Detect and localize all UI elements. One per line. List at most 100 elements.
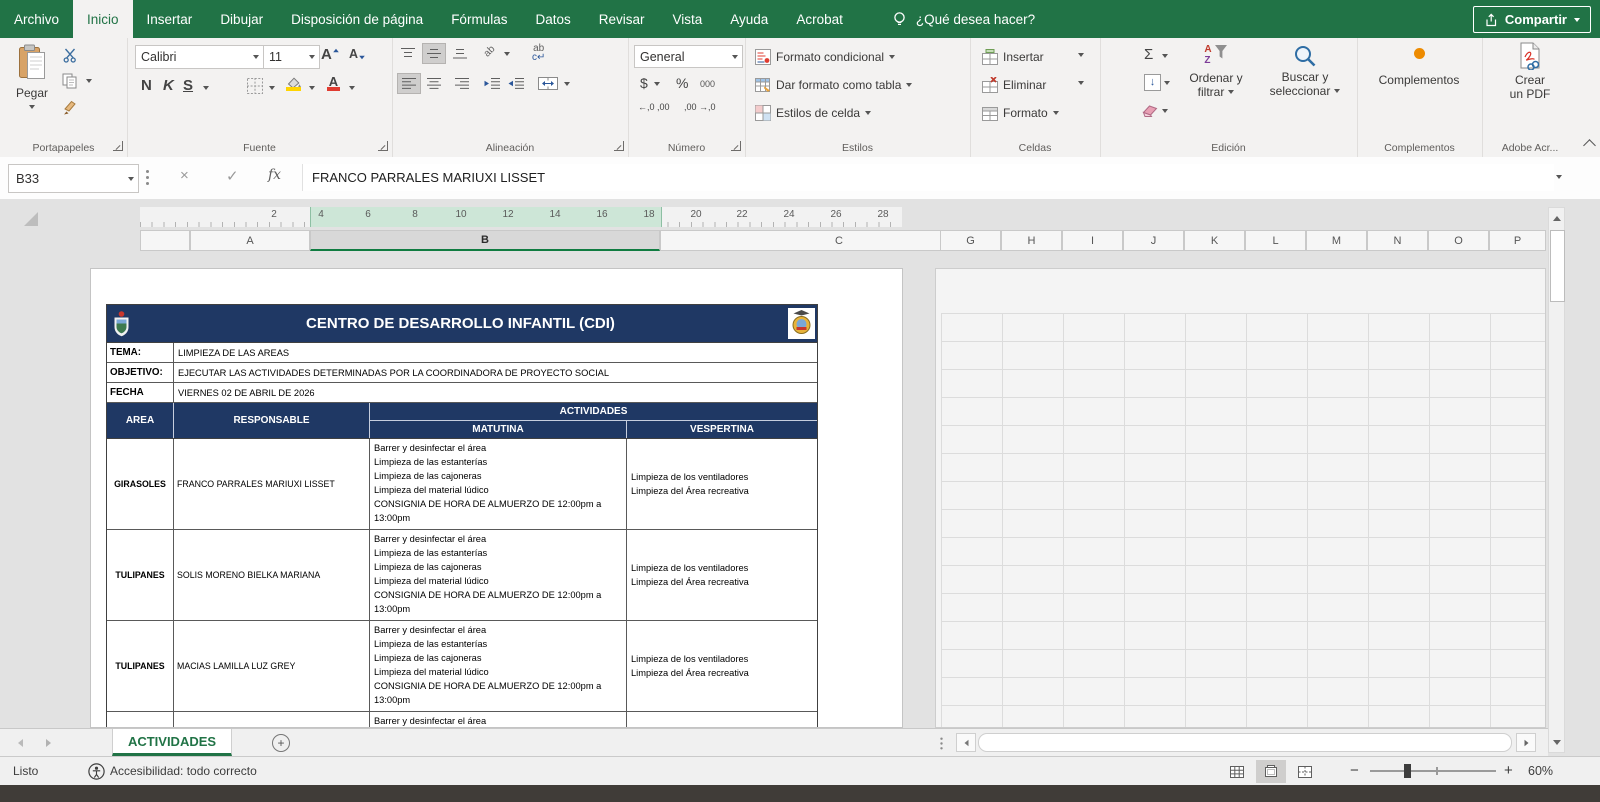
zoom-slider-track[interactable] — [1370, 770, 1496, 772]
scroll-up-button[interactable] — [1549, 208, 1564, 228]
bold-button[interactable]: N — [141, 77, 152, 94]
meta-value-cell[interactable]: VIERNES 02 DE ABRIL DE 2026 — [174, 383, 817, 402]
area-cell[interactable]: TULIPANES — [107, 530, 174, 620]
header-responsable[interactable]: RESPONSABLE — [174, 403, 370, 438]
column-header-M[interactable]: M — [1306, 230, 1367, 251]
orientation-caret[interactable] — [504, 52, 510, 56]
format-painter-button[interactable] — [62, 100, 78, 115]
align-middle-button[interactable] — [423, 44, 445, 63]
format-cells-button[interactable]: Formato — [982, 102, 1059, 124]
create-pdf-button[interactable]: Crear un PDF — [1500, 42, 1560, 101]
matutina-cell[interactable]: Barrer y desinfectar el área Limpieza de… — [370, 712, 627, 728]
font-name-box[interactable]: Calibri — [135, 45, 264, 69]
copy-dropdown-caret[interactable] — [86, 79, 92, 83]
area-cell[interactable] — [107, 712, 174, 728]
underline-caret[interactable] — [203, 86, 209, 90]
copy-button[interactable] — [62, 73, 78, 89]
font-color-button[interactable]: A — [327, 75, 340, 91]
column-header-I[interactable]: I — [1062, 230, 1123, 251]
column-header-K[interactable]: K — [1184, 230, 1245, 251]
vertical-scroll-thumb[interactable] — [1550, 230, 1565, 302]
currency-button[interactable]: $ — [640, 75, 648, 91]
tell-me-button[interactable]: ¿Qué desea hacer? — [891, 0, 1035, 38]
borders-caret[interactable] — [269, 86, 275, 90]
grow-font-button[interactable]: A — [321, 46, 340, 63]
tab-disposicion[interactable]: Disposición de página — [277, 0, 437, 38]
decrease-decimal-icon[interactable]: ,00 →,0 — [684, 102, 716, 112]
insert-cells-button[interactable]: Insertar — [982, 46, 1044, 68]
zoom-level[interactable]: 60% — [1528, 764, 1553, 778]
header-actividades[interactable]: ACTIVIDADES — [370, 403, 817, 421]
column-header-B-selected[interactable]: B — [310, 230, 660, 251]
insert-cells-caret[interactable] — [1078, 53, 1084, 57]
decrease-indent-button[interactable] — [484, 77, 501, 90]
zoom-out-button[interactable]: − — [1350, 762, 1359, 779]
autosum-button[interactable]: Σ — [1144, 46, 1153, 63]
collapse-ribbon-button[interactable] — [1583, 139, 1596, 152]
comma-style-button[interactable]: 000 — [700, 79, 715, 89]
column-header-P[interactable]: P — [1489, 230, 1546, 251]
meta-value-cell[interactable]: LIMPIEZA DE LAS AREAS — [174, 343, 817, 362]
previous-sheet-button[interactable] — [18, 739, 23, 747]
meta-label-cell[interactable]: FECHA — [107, 383, 174, 402]
column-header-H[interactable]: H — [1001, 230, 1062, 251]
fill-down-button[interactable]: ↓ — [1144, 74, 1161, 91]
vespertina-cell[interactable]: Limpieza de los ventiladores Limpieza de… — [627, 439, 817, 529]
empty-cell-grid[interactable] — [941, 313, 1546, 728]
next-sheet-button[interactable] — [46, 739, 51, 747]
fill-color-button[interactable] — [285, 76, 302, 91]
alignment-dialog-launcher[interactable] — [614, 141, 624, 151]
currency-caret[interactable] — [654, 82, 660, 86]
name-box[interactable]: B33 — [8, 164, 139, 193]
enter-button[interactable]: ✓ — [226, 167, 239, 185]
align-top-button[interactable] — [400, 47, 416, 60]
meta-value-cell[interactable]: EJECUTAR LAS ACTIVIDADES DETERMINADAS PO… — [174, 363, 817, 382]
paste-dropdown-caret[interactable] — [29, 105, 35, 109]
vespertina-cell[interactable]: Limpieza de los ventiladores Limpieza de… — [627, 621, 817, 711]
delete-cells-button[interactable]: Eliminar — [982, 74, 1046, 96]
clipboard-dialog-launcher[interactable] — [113, 141, 123, 151]
hscroll-right-button[interactable] — [1516, 733, 1536, 752]
zoom-in-button[interactable]: + — [1504, 762, 1513, 779]
page-break-view-button[interactable] — [1290, 760, 1320, 783]
borders-button[interactable] — [247, 78, 263, 94]
vertical-scrollbar[interactable] — [1548, 207, 1565, 753]
formula-input[interactable]: FRANCO PARRALES MARIUXI LISSET — [302, 164, 1554, 191]
merge-center-button[interactable] — [538, 77, 558, 90]
meta-label-cell[interactable]: OBJETIVO: — [107, 363, 174, 382]
responsable-cell[interactable]: MACIAS LAMILLA LUZ GREY — [174, 621, 370, 711]
page-layout-view-button[interactable] — [1256, 760, 1286, 783]
matutina-cell[interactable]: Barrer y desinfectar el área Limpieza de… — [370, 621, 627, 711]
sheet-tab-actividades[interactable]: ACTIVIDADES — [112, 729, 232, 756]
number-format-box[interactable]: General — [634, 45, 743, 68]
font-size-box[interactable]: 11 — [263, 45, 320, 69]
cancel-button[interactable]: × — [180, 167, 189, 184]
tab-insertar[interactable]: Insertar — [133, 0, 207, 38]
responsable-cell[interactable]: SOLIS MORENO BIELKA MARIANA — [174, 530, 370, 620]
column-header-L[interactable]: L — [1245, 230, 1306, 251]
clear-button[interactable] — [1142, 104, 1158, 117]
zoom-slider-thumb[interactable] — [1404, 764, 1411, 778]
tab-dibujar[interactable]: Dibujar — [206, 0, 277, 38]
number-dialog-launcher[interactable] — [731, 141, 741, 151]
cut-button[interactable] — [62, 47, 78, 63]
expand-formula-bar-caret[interactable] — [1556, 175, 1562, 179]
normal-view-button[interactable] — [1222, 760, 1252, 783]
horizontal-scroll-thumb[interactable] — [978, 733, 1512, 752]
column-header-N[interactable]: N — [1367, 230, 1428, 251]
wrap-text-button[interactable]: ab c↵ — [532, 44, 545, 62]
column-header-G[interactable]: G — [940, 230, 1001, 251]
area-cell[interactable]: GIRASOLES — [107, 439, 174, 529]
tab-formulas[interactable]: Fórmulas — [437, 0, 521, 38]
header-matutina[interactable]: MATUTINA — [370, 421, 627, 438]
tab-vista[interactable]: Vista — [659, 0, 717, 38]
hscroll-left-button[interactable] — [956, 733, 976, 752]
tab-ayuda[interactable]: Ayuda — [716, 0, 782, 38]
scroll-down-button[interactable] — [1549, 732, 1564, 752]
tab-revisar[interactable]: Revisar — [585, 0, 659, 38]
percent-button[interactable]: % — [676, 75, 688, 91]
align-left-button[interactable] — [398, 74, 420, 93]
align-center-button[interactable] — [426, 77, 442, 90]
cell-styles-button[interactable]: Estilos de celda — [755, 102, 871, 124]
accessibility-status[interactable]: Accesibilidad: todo correcto — [110, 764, 257, 778]
